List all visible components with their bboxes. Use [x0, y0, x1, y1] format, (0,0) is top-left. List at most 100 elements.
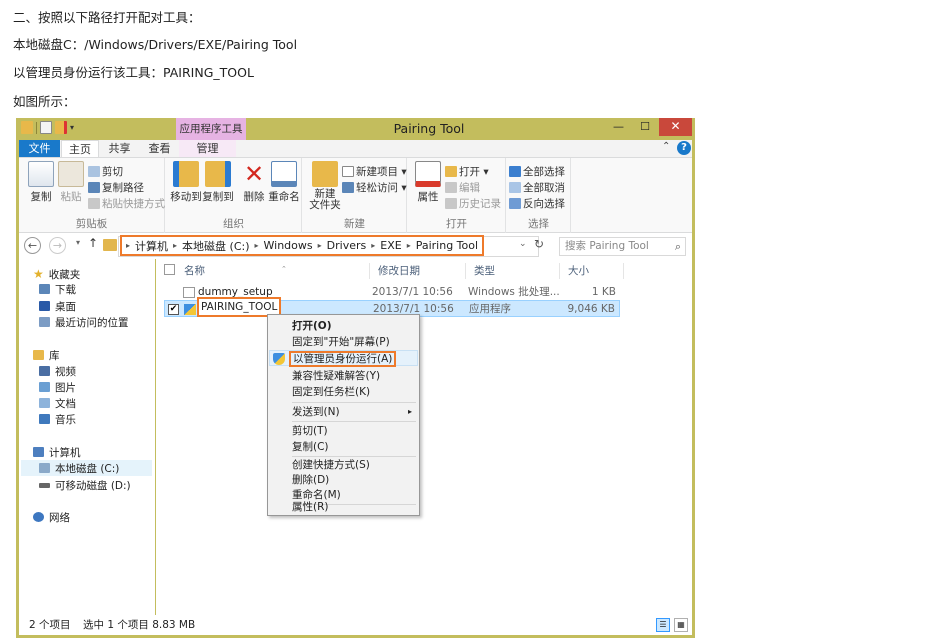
breadcrumb[interactable]: ▸ 计算机 ▸ 本地磁盘 (C:) ▸ Windows ▸ Drivers ▸ … — [120, 235, 485, 256]
copy-path-icon — [88, 182, 100, 193]
nav-documents-label: 文档 — [55, 397, 76, 410]
file-list-pane: 名称 ⌃ 修改日期 类型 大小 dummy_setup 2013/7/1 10:… — [156, 259, 692, 615]
select-none-label: 全部取消 — [523, 182, 565, 194]
minimize-button[interactable]: — — [605, 118, 632, 136]
tab-home[interactable]: 主页 — [61, 140, 99, 157]
nav-pictures[interactable]: 图片 — [39, 379, 76, 395]
select-all-button[interactable]: 全部选择 — [509, 164, 565, 179]
folder-icon — [103, 239, 117, 251]
breadcrumb-computer[interactable]: 计算机 — [135, 238, 168, 254]
nav-favorites[interactable]: ★ 收藏夹 — [33, 266, 80, 282]
column-header-date[interactable]: 修改日期 — [370, 263, 466, 279]
address-dropdown-icon[interactable]: ⌄ — [519, 239, 527, 249]
copy-to-icon — [205, 161, 231, 187]
video-icon — [39, 366, 50, 376]
nav-removable[interactable]: 可移动磁盘 (D:) — [39, 477, 131, 493]
ribbon-group-new: 新建 文件夹 新建项目 ▾ 轻松访问 ▾ 新建 — [303, 158, 407, 233]
navigation-pane: ★ 收藏夹 下载 桌面 最近访问的位置 库 视频 图片 文档 音乐 计算机 本地… — [19, 259, 155, 615]
history-button[interactable]: 历史记录 — [445, 196, 501, 211]
copy-to-label: 复制到 — [202, 191, 234, 203]
large-icons-view-button[interactable]: ▦ — [674, 618, 688, 632]
copy-to-button[interactable]: 复制到 — [198, 161, 238, 204]
menu-item-troubleshoot[interactable]: 兼容性疑难解答(Y) — [269, 368, 418, 384]
breadcrumb-windows[interactable]: Windows — [264, 239, 313, 252]
menu-item-properties[interactable]: 属性(R) — [269, 499, 418, 515]
tab-share[interactable]: 共享 — [101, 140, 138, 157]
nav-local-disk[interactable]: 本地磁盘 (C:) — [21, 460, 152, 476]
easy-access-icon — [342, 182, 354, 193]
breadcrumb-exe[interactable]: EXE — [380, 239, 401, 252]
menu-item-pin-start[interactable]: 固定到"开始"屏幕(P) — [269, 334, 418, 350]
edit-button[interactable]: 编辑 — [445, 180, 480, 195]
open-button[interactable]: 打开 ▾ — [445, 164, 489, 179]
tab-file[interactable]: 文件 — [19, 140, 60, 157]
new-item-icon — [342, 166, 354, 177]
nav-documents[interactable]: 文档 — [39, 395, 76, 411]
select-all-checkbox[interactable] — [164, 264, 175, 275]
properties-icon[interactable] — [40, 121, 52, 134]
copy-path-button[interactable]: 复制路径 — [88, 180, 144, 195]
maximize-button[interactable]: ☐ — [632, 118, 658, 136]
menu-item-open[interactable]: 打开(O) — [269, 318, 418, 334]
nav-computer[interactable]: 计算机 — [33, 444, 81, 460]
back-button[interactable]: ← — [24, 237, 41, 254]
menu-separator — [292, 421, 416, 422]
nav-music[interactable]: 音乐 — [39, 411, 76, 427]
properties-button[interactable]: 属性 — [408, 161, 448, 204]
nav-recent[interactable]: 最近访问的位置 — [39, 314, 129, 330]
paste-shortcut-button[interactable]: 粘贴快捷方式 — [88, 196, 165, 211]
paste-icon — [58, 161, 84, 187]
new-item-button[interactable]: 新建项目 ▾ — [342, 164, 407, 179]
tab-manage[interactable]: 管理 — [179, 140, 236, 157]
menu-item-copy[interactable]: 复制(C) — [269, 439, 418, 455]
menu-item-cut[interactable]: 剪切(T) — [269, 423, 418, 439]
breadcrumb-arrow-icon: ▸ — [371, 241, 376, 250]
run-as-admin-label: 以管理员身份运行(A) — [289, 351, 397, 367]
menu-item-delete[interactable]: 删除(D) — [269, 472, 418, 488]
refresh-icon[interactable]: ↻ — [534, 237, 544, 251]
easy-access-button[interactable]: 轻松访问 ▾ — [342, 180, 407, 195]
help-icon[interactable]: ? — [677, 141, 691, 155]
rename-label: 重命名 — [268, 191, 300, 203]
menu-item-create-shortcut[interactable]: 创建快捷方式(S) — [269, 457, 418, 473]
send-to-label: 发送到(N) — [292, 406, 340, 418]
column-header-type[interactable]: 类型 — [466, 263, 560, 279]
close-button[interactable]: ✕ — [659, 118, 692, 136]
cut-button[interactable]: 剪切 — [88, 164, 123, 179]
breadcrumb-arrow-icon: ▸ — [126, 241, 131, 250]
breadcrumb-arrow-icon: ▸ — [317, 241, 322, 250]
doc-line-3: 以管理员身份运行该工具：PAIRING_TOOL — [13, 65, 254, 80]
nav-network[interactable]: 网络 — [33, 509, 70, 525]
tab-view[interactable]: 查看 — [140, 140, 179, 157]
recent-locations-icon[interactable]: ▾ — [76, 238, 80, 247]
history-label: 历史记录 — [459, 198, 501, 210]
download-icon — [39, 284, 50, 294]
forward-button[interactable]: → — [49, 237, 66, 254]
select-none-button[interactable]: 全部取消 — [509, 180, 565, 195]
nav-libraries[interactable]: 库 — [33, 347, 60, 363]
new-folder-button[interactable]: 新建 文件夹 — [305, 161, 345, 211]
collapse-ribbon-icon[interactable]: ⌃ — [662, 141, 670, 152]
breadcrumb-drivers[interactable]: Drivers — [327, 239, 367, 252]
nav-videos[interactable]: 视频 — [39, 363, 76, 379]
breadcrumb-pairing-tool[interactable]: Pairing Tool — [416, 239, 478, 252]
nav-desktop[interactable]: 桌面 — [39, 298, 76, 314]
menu-item-run-as-admin[interactable]: 以管理员身份运行(A) — [269, 350, 418, 367]
paste-button[interactable]: 粘贴 — [51, 161, 91, 204]
qa-dropdown-icon[interactable]: ▾ — [70, 123, 74, 132]
new-folder-icon[interactable] — [55, 121, 67, 134]
rename-button[interactable]: 重命名 — [264, 161, 304, 204]
nav-downloads[interactable]: 下载 — [39, 281, 76, 297]
details-view-button[interactable]: ☰ — [656, 618, 670, 632]
breadcrumb-local-disk[interactable]: 本地磁盘 (C:) — [182, 238, 249, 254]
column-header-name[interactable]: 名称 ⌃ — [176, 263, 370, 279]
search-input[interactable]: 搜索 Pairing Tool ⌕ — [559, 237, 686, 256]
menu-item-send-to[interactable]: 发送到(N) ▸ — [269, 404, 418, 420]
search-icon[interactable]: ⌕ — [675, 238, 681, 255]
row-checkbox[interactable]: ✔ — [168, 304, 179, 315]
up-arrow-icon[interactable]: ↑ — [88, 236, 98, 250]
item-count: 2 个项目 — [29, 619, 71, 631]
invert-selection-button[interactable]: 反向选择 — [509, 196, 565, 211]
column-header-size[interactable]: 大小 — [560, 263, 624, 279]
menu-item-pin-taskbar[interactable]: 固定到任务栏(K) — [269, 384, 418, 400]
